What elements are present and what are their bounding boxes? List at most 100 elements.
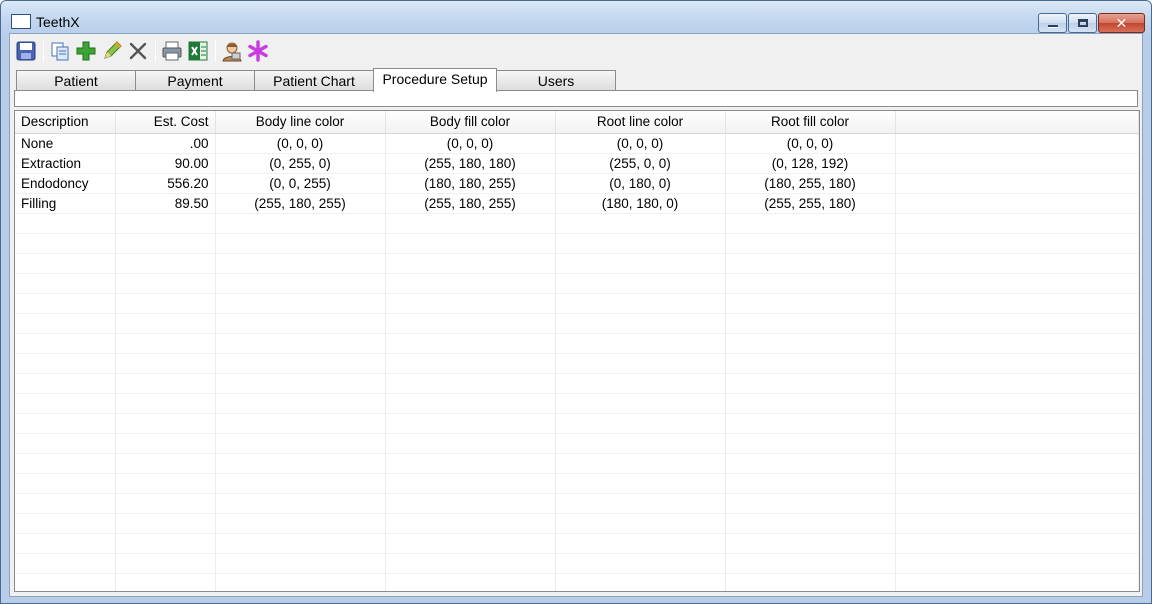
add-button[interactable] [74,39,98,63]
empty-row [15,453,1139,474]
empty-row [15,473,1139,494]
close-button[interactable]: ✕ [1098,13,1145,33]
empty-cell [385,393,556,414]
asterisk-button[interactable] [246,39,270,63]
save-button[interactable] [14,39,38,63]
empty-cell [215,413,386,434]
empty-cell [385,253,556,274]
window-title: TeethX [36,14,80,30]
cell-est-cost[interactable]: 556.20 [115,173,216,194]
cell-body-line-color[interactable]: (255, 180, 255) [215,193,386,214]
copy-button[interactable] [48,39,72,63]
excel-export-button[interactable] [186,39,210,63]
toolbar [14,37,272,65]
empty-cell [555,313,726,334]
empty-cell [895,353,1139,374]
table-row[interactable]: Filling 89.50 (255, 180, 255) (255, 180,… [15,193,1139,214]
empty-cell [215,313,386,334]
empty-cell [115,213,216,234]
cell-root-line-color[interactable]: (180, 180, 0) [555,193,726,214]
cell-root-line-color[interactable]: (0, 180, 0) [555,173,726,194]
empty-cell [895,373,1139,394]
cell-root-fill-color[interactable]: (255, 255, 180) [725,193,896,214]
cell-body-fill-color[interactable]: (255, 180, 255) [385,193,556,214]
empty-cell [725,253,896,274]
cell-est-cost[interactable]: .00 [115,133,216,154]
empty-cell [115,333,216,354]
cell-root-line-color[interactable]: (0, 0, 0) [555,133,726,154]
cell-est-cost[interactable]: 89.50 [115,193,216,214]
empty-cell [115,393,216,414]
empty-cell [895,433,1139,454]
minimize-button[interactable] [1038,13,1067,33]
print-button[interactable] [160,39,184,63]
print-icon [162,41,182,61]
tab-payment[interactable]: Payment [135,70,255,91]
cell-body-line-color[interactable]: (0, 255, 0) [215,153,386,174]
procedure-grid: Description Est. Cost Body line color Bo… [14,110,1140,592]
table-row[interactable]: None .00 (0, 0, 0) (0, 0, 0) (0, 0, 0) (… [15,133,1139,154]
maximize-button[interactable] [1068,13,1097,33]
empty-cell [385,473,556,494]
table-row[interactable]: Extraction 90.00 (0, 255, 0) (255, 180, … [15,153,1139,174]
cell-description[interactable]: Extraction [15,153,116,174]
empty-cell [895,273,1139,294]
cell-description[interactable]: Filling [15,193,116,214]
tab-patient-chart[interactable]: Patient Chart [254,70,374,91]
empty-cell [555,533,726,554]
cell-root-line-color[interactable]: (255, 0, 0) [555,153,726,174]
column-header-filler [895,111,1139,134]
empty-cell [385,293,556,314]
tab-patient[interactable]: Patient [16,70,136,91]
empty-cell [555,453,726,474]
title-bar[interactable]: TeethX ✕ [1,1,1151,33]
cell-body-fill-color[interactable]: (180, 180, 255) [385,173,556,194]
cell-root-fill-color[interactable]: (0, 128, 192) [725,153,896,174]
empty-cell [115,513,216,534]
empty-cell [555,233,726,254]
cell-est-cost[interactable]: 90.00 [115,153,216,174]
empty-cell [895,533,1139,554]
empty-cell [555,373,726,394]
cell-body-line-color[interactable]: (0, 0, 0) [215,133,386,154]
empty-cell [215,233,386,254]
table-row[interactable]: Endodoncy 556.20 (0, 0, 255) (180, 180, … [15,173,1139,194]
empty-cell [385,233,556,254]
empty-cell [215,293,386,314]
column-header-root-line-color[interactable]: Root line color [555,111,726,134]
column-header-body-fill-color[interactable]: Body fill color [385,111,556,134]
empty-cell [15,413,116,434]
empty-cell [115,453,216,474]
empty-row [15,373,1139,394]
empty-cell [555,553,726,574]
column-header-est-cost[interactable]: Est. Cost [115,111,216,134]
edit-button[interactable] [100,39,124,63]
tab-procedure-setup[interactable]: Procedure Setup [373,68,497,92]
empty-cell [215,393,386,414]
cell-root-fill-color[interactable]: (180, 255, 180) [725,173,896,194]
cell-filler [895,153,1139,174]
delete-button[interactable] [126,39,150,63]
cell-description[interactable]: None [15,133,116,154]
cell-body-fill-color[interactable]: (255, 180, 180) [385,153,556,174]
filter-bar[interactable] [14,90,1138,107]
excel-export-icon [188,41,208,61]
empty-cell [15,333,116,354]
column-header-body-line-color[interactable]: Body line color [215,111,386,134]
empty-cell [555,393,726,414]
empty-cell [115,353,216,374]
empty-cell [215,373,386,394]
user-button[interactable] [220,39,244,63]
empty-cell [725,373,896,394]
cell-description[interactable]: Endodoncy [15,173,116,194]
empty-cell [115,293,216,314]
column-header-root-fill-color[interactable]: Root fill color [725,111,896,134]
cell-root-fill-color[interactable]: (0, 0, 0) [725,133,896,154]
procedure-table: Description Est. Cost Body line color Bo… [15,111,1139,591]
column-header-description[interactable]: Description [15,111,116,134]
tab-users[interactable]: Users [496,70,616,91]
empty-cell [215,473,386,494]
cell-body-line-color[interactable]: (0, 0, 255) [215,173,386,194]
empty-cell [215,213,386,234]
cell-body-fill-color[interactable]: (0, 0, 0) [385,133,556,154]
